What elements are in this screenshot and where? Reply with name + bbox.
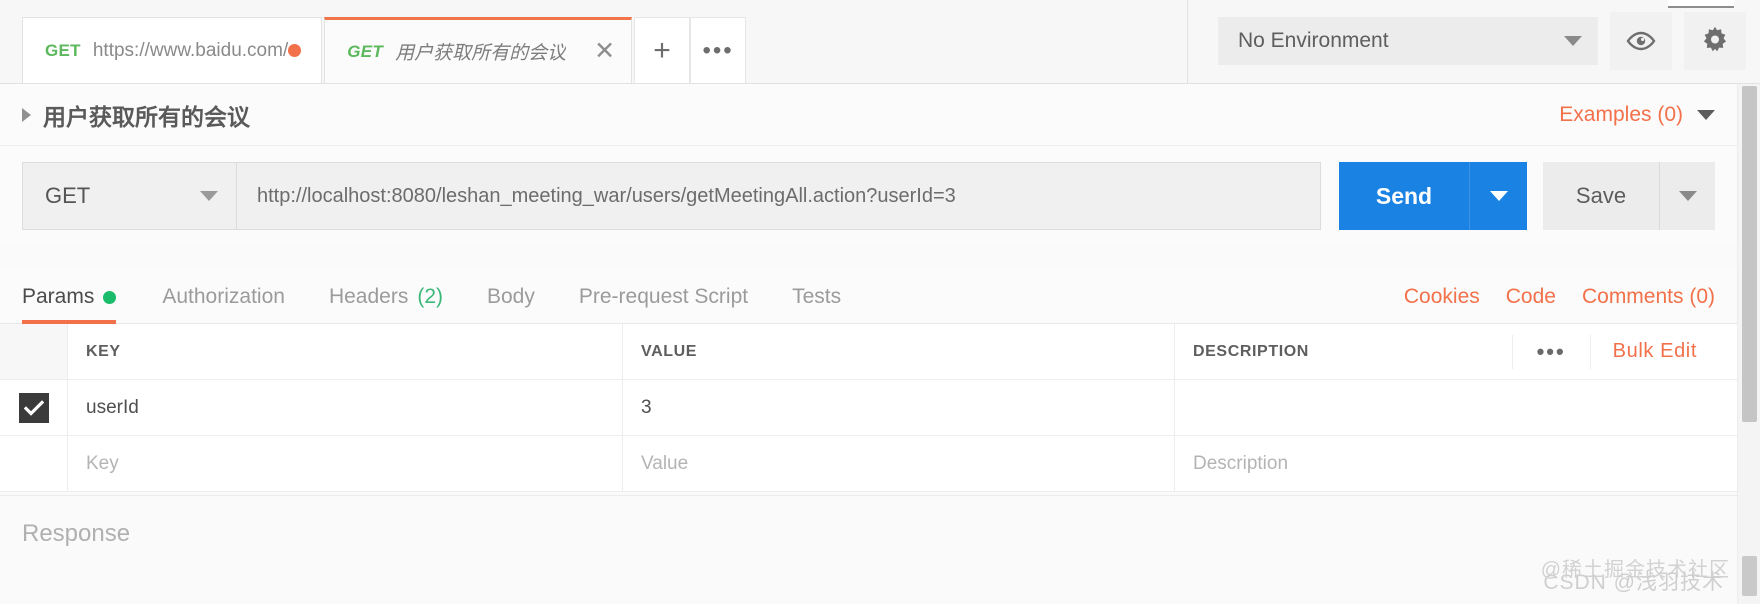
cookies-link[interactable]: Cookies [1404, 285, 1480, 309]
chevron-down-icon [1678, 191, 1697, 201]
url-row: GET http://localhost:8080/leshan_meeting… [0, 146, 1737, 246]
tab-title-label: 用户获取所有的会议 [395, 43, 567, 64]
chevron-down-icon [1489, 191, 1508, 201]
save-options-button[interactable] [1659, 162, 1715, 230]
header-value: VALUE [623, 324, 1175, 379]
tab-tests[interactable]: Tests [770, 271, 863, 323]
tab-options-button[interactable]: ••• [690, 17, 747, 83]
scrollbar-thumb-lower[interactable] [1742, 556, 1757, 596]
tab-tests-label: Tests [792, 285, 842, 308]
code-link[interactable]: Code [1506, 285, 1556, 309]
watermark-csdn: CSDN @浅羽技术 [1543, 571, 1724, 594]
table-header-row: KEY VALUE DESCRIPTION ••• Bulk Edit [0, 324, 1737, 380]
new-row-value-input[interactable]: Value [623, 436, 1175, 491]
environment-area: No Environment [1187, 0, 1760, 83]
chevron-down-icon [1697, 109, 1715, 120]
row-enabled-checkbox[interactable] [0, 436, 68, 491]
request-utility-links: Cookies Code Comments (0) [1404, 271, 1715, 323]
header-description-cell: DESCRIPTION ••• Bulk Edit [1175, 324, 1737, 379]
environment-selector[interactable]: No Environment [1218, 17, 1598, 65]
gear-icon [1700, 26, 1730, 56]
environment-selected-label: No Environment [1238, 29, 1389, 52]
tab-params[interactable]: Params [22, 271, 140, 324]
expand-collapse-triangle-icon[interactable] [22, 107, 31, 122]
tab-list: GET https://www.baidu.com/ GET 用户获取所有的会议… [0, 0, 747, 83]
environment-quick-look-button[interactable] [1610, 12, 1672, 70]
tab-method-label: GET [347, 41, 384, 61]
checkbox-checked-icon [18, 392, 49, 423]
send-options-button[interactable] [1469, 162, 1527, 230]
params-present-dot-icon [103, 290, 117, 304]
request-name-label: 用户获取所有的会议 [43, 103, 250, 130]
table-options-button[interactable]: ••• [1511, 334, 1591, 369]
header-checkbox-cell [0, 324, 68, 379]
request-section-tabs: Params Authorization Headers (2) Body Pr… [0, 266, 1737, 324]
query-params-table: KEY VALUE DESCRIPTION ••• Bulk Edit user… [0, 324, 1737, 492]
save-button[interactable]: Save [1543, 162, 1659, 230]
row-enabled-checkbox[interactable] [0, 380, 68, 435]
new-row-key-input[interactable]: Key [68, 436, 623, 491]
send-button[interactable]: Send [1339, 162, 1469, 230]
request-tab-bar: GET https://www.baidu.com/ GET 用户获取所有的会议… [0, 0, 1760, 84]
tab-pre-request-script[interactable]: Pre-request Script [557, 271, 770, 323]
row-description-input[interactable] [1175, 380, 1737, 435]
header-description: DESCRIPTION [1193, 342, 1309, 360]
chevron-down-icon [1564, 36, 1582, 46]
tab-headers-label: Headers [328, 285, 409, 308]
examples-dropdown[interactable]: Examples (0) [1559, 103, 1715, 127]
postman-window: GET https://www.baidu.com/ GET 用户获取所有的会议… [0, 0, 1760, 604]
settings-button[interactable] [1684, 12, 1746, 70]
response-section: Response [0, 495, 1737, 604]
save-button-group: Save [1543, 162, 1715, 230]
tab-method-label: GET [45, 40, 81, 60]
tab-pre-request-script-label: Pre-request Script [578, 285, 749, 308]
bulk-edit-button[interactable]: Bulk Edit [1591, 340, 1719, 363]
chevron-down-icon [200, 191, 218, 201]
request-tab-meetings[interactable]: GET 用户获取所有的会议 ✕ [324, 17, 633, 83]
table-row[interactable]: userId 3 [0, 380, 1737, 436]
tab-body-label: Body [487, 285, 535, 308]
http-method-selector[interactable]: GET [22, 162, 236, 230]
request-name-row: 用户获取所有的会议 Examples (0) [0, 84, 1737, 146]
response-label: Response [22, 520, 131, 547]
comments-link[interactable]: Comments (0) [1582, 285, 1715, 309]
row-value-input[interactable]: 3 [623, 380, 1175, 435]
url-input[interactable]: http://localhost:8080/leshan_meeting_war… [236, 162, 1321, 230]
send-button-group: Send [1339, 162, 1527, 230]
table-actions: ••• Bulk Edit [1511, 324, 1719, 379]
header-key: KEY [68, 324, 623, 379]
tab-headers[interactable]: Headers (2) [307, 271, 465, 323]
request-tab-baidu[interactable]: GET https://www.baidu.com/ [22, 17, 323, 83]
eye-icon [1626, 31, 1656, 51]
close-icon[interactable]: ✕ [566, 39, 615, 64]
tab-authorization-label: Authorization [162, 285, 285, 308]
row-key-input[interactable]: userId [68, 380, 623, 435]
http-method-label: GET [45, 183, 91, 208]
unsaved-changes-dot-icon [288, 44, 302, 57]
examples-label: Examples (0) [1559, 102, 1683, 126]
scrollbar-thumb[interactable] [1742, 86, 1757, 422]
vertical-scrollbar[interactable] [1737, 84, 1760, 604]
tab-headers-count: (2) [417, 285, 443, 308]
tab-authorization[interactable]: Authorization [140, 271, 307, 323]
window-top-nub [1668, 0, 1734, 8]
tab-title-label: https://www.baidu.com/ [92, 39, 289, 61]
table-row[interactable]: Key Value Description [0, 436, 1737, 492]
url-text: http://localhost:8080/leshan_meeting_war… [257, 184, 956, 207]
new-row-description-input[interactable]: Description [1175, 436, 1737, 491]
new-tab-button[interactable]: + [634, 17, 691, 83]
tab-params-label: Params [22, 285, 95, 308]
tab-body[interactable]: Body [465, 271, 557, 323]
